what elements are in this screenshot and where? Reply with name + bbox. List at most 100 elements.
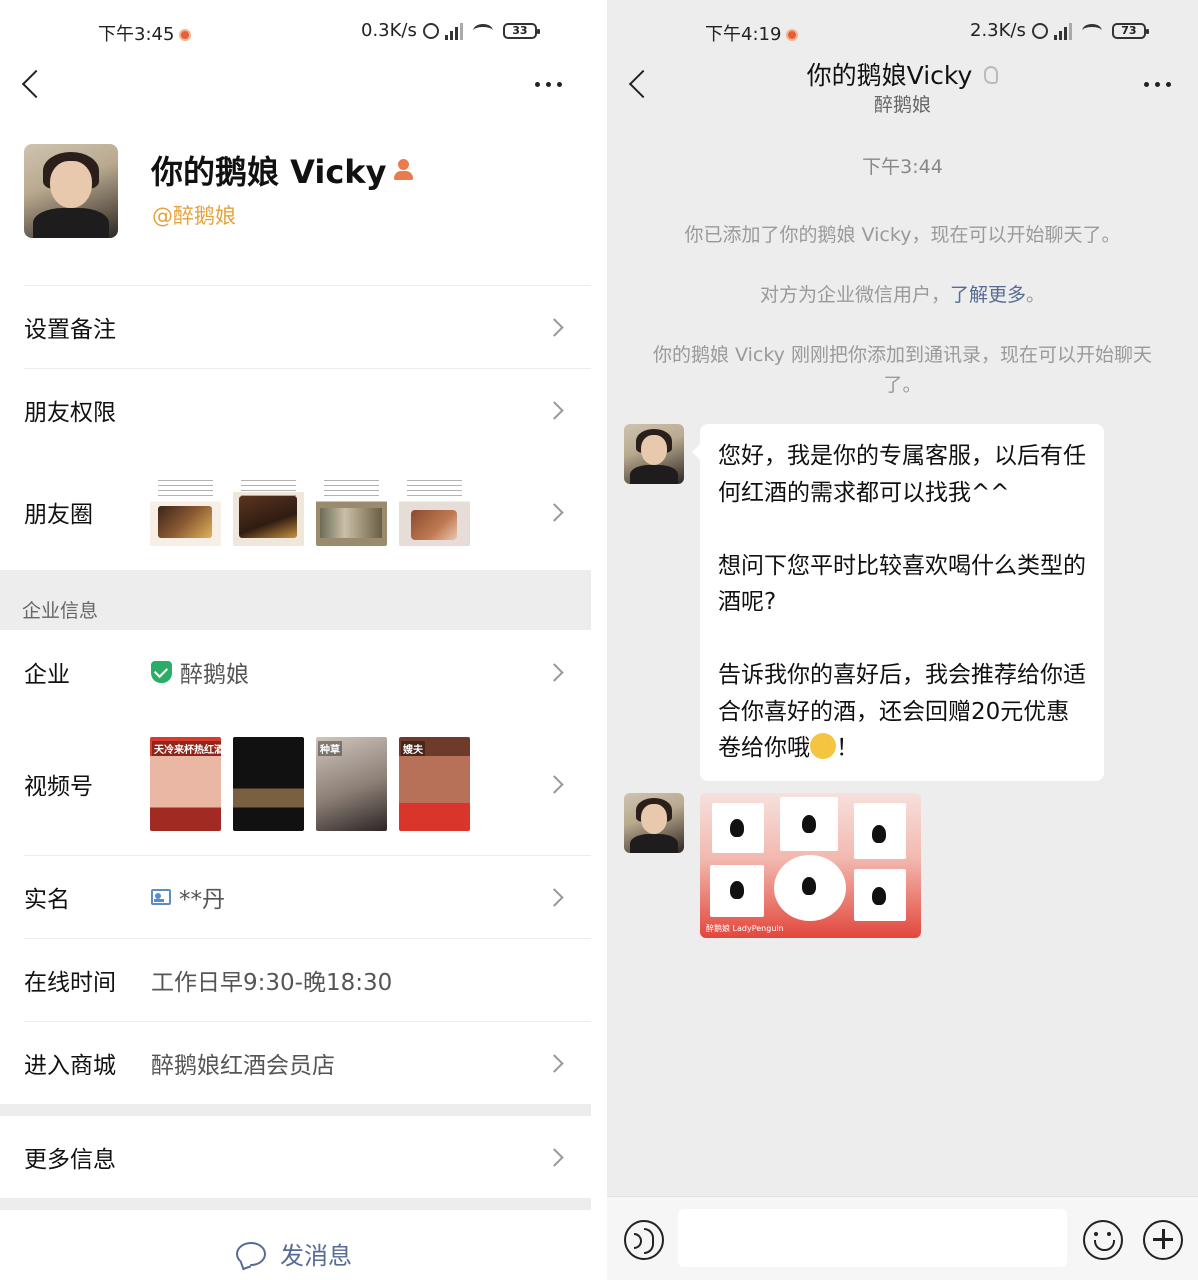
- wifi-icon: [1081, 23, 1102, 38]
- signal-icon: [444, 22, 463, 40]
- alarm-icon: [422, 22, 439, 39]
- row-mall-value: 醉鹅娘红酒会员店: [151, 1053, 335, 1079]
- notification-dot-icon: [786, 29, 799, 41]
- row-remark-label: 设置备注: [24, 317, 116, 343]
- enterprise-suffix: 。: [1026, 284, 1046, 306]
- message-input[interactable]: [678, 1209, 1067, 1267]
- chat-timestamp: 下午3:44: [862, 156, 943, 178]
- profile-name: 你的鹅娘 Vicky: [151, 147, 414, 193]
- system-message-enterprise: 对方为企业微信用户，了解更多。: [647, 280, 1158, 310]
- channel-video-thumbnail[interactable]: 嫂夫: [399, 737, 470, 831]
- moments-thumbnail: [150, 474, 221, 546]
- profile-name-text: 你的鹅娘 Vicky: [151, 153, 387, 191]
- avatar[interactable]: [24, 144, 118, 238]
- chat-title: 你的鹅娘Vicky: [607, 56, 1198, 92]
- sender-avatar[interactable]: [624, 424, 684, 484]
- channel-video-thumbnail[interactable]: 天冷来杯热红酒: [150, 737, 221, 831]
- row-mall[interactable]: 进入商城 醉鹅娘红酒会员店: [0, 1022, 591, 1104]
- plus-icon[interactable]: [1143, 1220, 1183, 1260]
- row-realname-value: **丹: [151, 880, 225, 914]
- more-options-button[interactable]: [1144, 82, 1171, 87]
- message-text-end: ！: [836, 735, 859, 761]
- chevron-right-icon: [545, 1053, 564, 1073]
- status-bar: 下午3:45 0.3K/s 33: [0, 18, 591, 48]
- row-channels-label: 视频号: [24, 774, 93, 800]
- enterprise-prefix: 对方为企业微信用户，: [759, 284, 950, 306]
- system-message-contact-added: 你的鹅娘 Vicky 刚刚把你添加到通讯录，现在可以开始聊天了。: [653, 344, 1152, 396]
- id-card-icon: [151, 889, 171, 905]
- row-online-time: 在线时间 工作日早9:30-晚18:30: [0, 939, 591, 1021]
- chevron-right-icon: [545, 662, 564, 682]
- row-permission[interactable]: 朋友权限: [0, 369, 591, 451]
- chevron-right-icon: [545, 774, 564, 794]
- sender-avatar[interactable]: [624, 793, 684, 853]
- notification-dot-icon: [179, 29, 192, 41]
- send-message-label: 发消息: [280, 1242, 352, 1270]
- row-permission-label: 朋友权限: [24, 400, 116, 426]
- chat-bubble-icon: [236, 1241, 266, 1266]
- chevron-right-icon: [545, 887, 564, 907]
- moments-thumbnail: [233, 474, 304, 546]
- section-title: 企业信息: [22, 600, 99, 622]
- chevron-right-icon: [545, 317, 564, 337]
- moments-thumbnail: [399, 474, 470, 546]
- status-time-text: 下午3:45: [98, 24, 175, 45]
- channel-video-thumbnail[interactable]: 种草: [316, 737, 387, 831]
- section-band: [0, 1104, 591, 1116]
- status-time: 下午4:19: [705, 20, 799, 46]
- channel-video-thumbnail[interactable]: [233, 737, 304, 831]
- row-company-label: 企业: [24, 662, 70, 688]
- ear-icon: [984, 66, 999, 84]
- row-more-info[interactable]: 更多信息: [0, 1116, 591, 1198]
- row-moments-label: 朋友圈: [24, 502, 93, 528]
- status-right: 0.3K/s 33: [361, 20, 540, 41]
- chat-title-text: 你的鹅娘Vicky: [806, 61, 973, 90]
- status-time-text: 下午4:19: [705, 24, 782, 45]
- message-bubble[interactable]: 您好，我是你的专属客服，以后有任何红酒的需求都可以找我^^ 想问下您平时比较喜欢…: [692, 424, 1104, 781]
- section-band: [0, 1198, 591, 1210]
- voice-icon[interactable]: [624, 1220, 664, 1260]
- chat-screen: 下午4:19 2.3K/s 73 你的鹅娘Vicky 醉鹅娘 下午3:44 你已…: [607, 0, 1198, 1280]
- status-bar: 下午4:19 2.3K/s 73: [607, 18, 1198, 48]
- moments-thumbnail: [316, 474, 387, 546]
- status-right: 2.3K/s 73: [970, 20, 1149, 41]
- pane-divider: [591, 0, 607, 1280]
- row-online-value: 工作日早9:30-晚18:30: [151, 970, 393, 996]
- row-mall-label: 进入商城: [24, 1053, 116, 1079]
- row-company[interactable]: 企业 醉鹅娘: [0, 631, 591, 713]
- person-icon: [394, 159, 414, 181]
- wifi-icon: [472, 23, 493, 38]
- signal-icon: [1053, 22, 1072, 40]
- status-time: 下午3:45: [98, 20, 192, 46]
- battery-icon: 73: [1111, 22, 1149, 39]
- row-realname[interactable]: 实名 **丹: [0, 856, 591, 938]
- system-message-added: 你已添加了你的鹅娘 Vicky，现在可以开始聊天了。: [684, 224, 1121, 246]
- row-remark[interactable]: 设置备注: [0, 286, 591, 368]
- row-company-value: 醉鹅娘: [151, 655, 249, 689]
- learn-more-link[interactable]: 了解更多: [950, 284, 1026, 306]
- profile-corp[interactable]: @醉鹅娘: [152, 200, 236, 230]
- company-name: 醉鹅娘: [180, 662, 249, 688]
- back-button[interactable]: [21, 69, 51, 99]
- message-text: 您好，我是你的专属客服，以后有任何红酒的需求都可以找我^^ 想问下您平时比较喜欢…: [718, 443, 1086, 761]
- network-speed: 2.3K/s: [970, 20, 1026, 41]
- emoji-icon[interactable]: [1083, 1220, 1123, 1260]
- send-message-button[interactable]: 发消息: [236, 1236, 352, 1271]
- row-realname-label: 实名: [24, 887, 70, 913]
- chat-subtitle: 醉鹅娘: [873, 94, 931, 116]
- row-more-label: 更多信息: [24, 1147, 116, 1173]
- contact-profile-screen: 下午3:45 0.3K/s 33 你的鹅娘 Vicky @醉鹅娘 设置备注 朋友…: [0, 0, 591, 1280]
- realname-text: **丹: [179, 887, 225, 913]
- battery-icon: 33: [502, 22, 540, 39]
- smile-emoji-icon: [810, 733, 836, 759]
- more-options-button[interactable]: [535, 82, 562, 87]
- sticker-image[interactable]: 醉鹅娘 LadyPenguin: [700, 793, 921, 938]
- alarm-icon: [1031, 22, 1048, 39]
- chevron-right-icon: [545, 502, 564, 522]
- network-speed: 0.3K/s: [361, 20, 417, 41]
- sticker-brand: 醉鹅娘 LadyPenguin: [706, 924, 784, 933]
- row-online-label: 在线时间: [24, 970, 116, 996]
- channels-thumbnails: 天冷来杯热红酒 种草 嫂夫: [150, 737, 470, 831]
- moments-thumbnails: [150, 474, 470, 546]
- shield-check-icon: [151, 661, 172, 683]
